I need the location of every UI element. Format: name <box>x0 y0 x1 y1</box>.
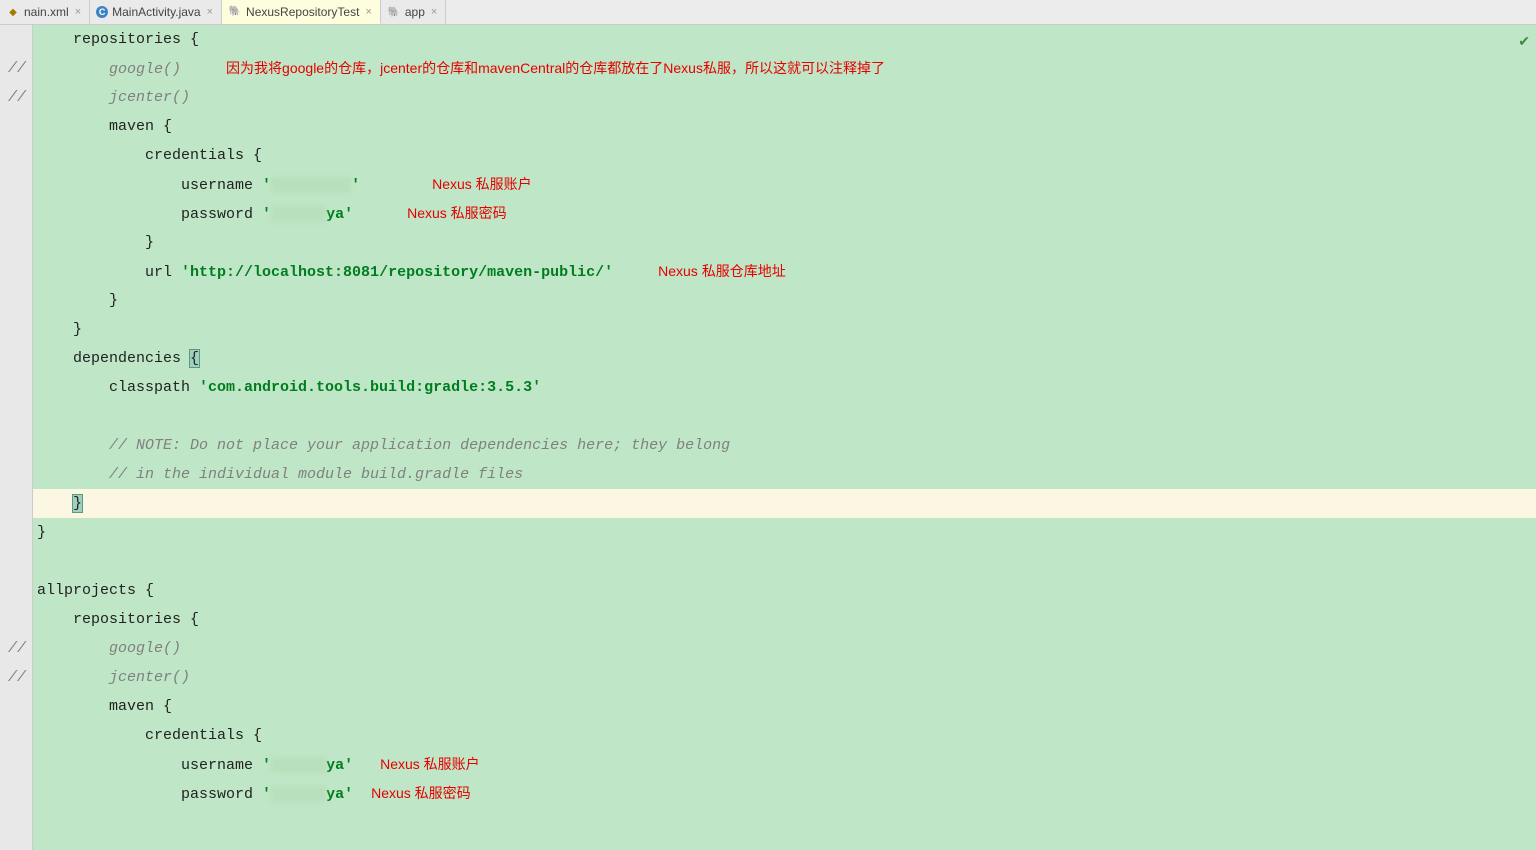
code-text: repositories { <box>37 611 199 628</box>
file-xml-icon: ◆ <box>6 5 20 19</box>
code-comment: jcenter() <box>37 669 190 686</box>
annotation-password: Nexus 私服密码 <box>407 205 507 221</box>
code-text: maven { <box>37 698 172 715</box>
code-text: credentials { <box>37 147 262 164</box>
redacted-password <box>271 206 326 222</box>
code-string: 'com.android.tools.build:gradle:3.5.3' <box>199 379 541 396</box>
gutter-comment-marker: // <box>8 54 24 83</box>
code-text: dependencies <box>37 350 190 367</box>
code-comment: google() <box>37 640 181 657</box>
file-gradle-icon: 🐘 <box>228 5 242 19</box>
code-text: classpath <box>37 379 199 396</box>
tab-label: nain.xml <box>24 5 69 19</box>
code-comment: // in the individual module build.gradle… <box>37 466 523 483</box>
annotation-password: Nexus 私服密码 <box>371 785 471 801</box>
close-icon[interactable]: × <box>205 6 215 18</box>
code-text: password <box>37 786 262 803</box>
code-text: username <box>37 757 262 774</box>
annotation-username: Nexus 私服账户 <box>432 176 532 192</box>
tab-mainactivity[interactable]: C MainActivity.java × <box>90 0 222 24</box>
close-icon[interactable]: × <box>429 6 439 18</box>
annotation-username: Nexus 私服账户 <box>380 756 480 772</box>
code-text: allprojects { <box>37 582 154 599</box>
editor-gutter: // // // // <box>0 25 33 850</box>
code-string: 'http://localhost:8081/repository/maven-… <box>181 264 613 281</box>
code-text: maven { <box>37 118 172 135</box>
code-comment: jcenter() <box>37 89 190 106</box>
gutter-comment-marker: // <box>8 663 24 692</box>
redacted-username <box>271 177 351 193</box>
code-panel[interactable]: ✔ repositories { google() 因为我将google的仓库，… <box>33 25 1536 850</box>
code-text: url <box>37 264 181 281</box>
file-gradle-icon: 🐘 <box>387 5 401 19</box>
code-text: username <box>37 177 262 194</box>
code-text: repositories { <box>37 31 199 48</box>
tab-label: app <box>405 5 425 19</box>
inspection-ok-icon: ✔ <box>1518 29 1530 58</box>
code-comment: google() <box>37 61 181 78</box>
editor-tab-bar: ◆ nain.xml × C MainActivity.java × 🐘 Nex… <box>0 0 1536 25</box>
tab-label: NexusRepositoryTest <box>246 5 359 19</box>
file-java-icon: C <box>96 6 108 18</box>
code-text: } <box>37 524 46 541</box>
annotation-url: Nexus 私服仓库地址 <box>658 263 786 279</box>
close-icon[interactable]: × <box>73 6 83 18</box>
redacted-password <box>271 786 326 802</box>
gutter-comment-marker: // <box>8 634 24 663</box>
code-comment: // NOTE: Do not place your application d… <box>37 437 730 454</box>
code-text <box>37 495 73 512</box>
close-icon[interactable]: × <box>363 6 373 18</box>
matched-brace: } <box>73 495 82 512</box>
code-text: } <box>37 292 118 309</box>
tab-nain-xml[interactable]: ◆ nain.xml × <box>0 0 90 24</box>
matched-brace: { <box>190 350 199 367</box>
tab-nexus-repository-test[interactable]: 🐘 NexusRepositoryTest × <box>222 0 381 24</box>
redacted-username <box>271 757 326 773</box>
code-text: credentials { <box>37 727 262 744</box>
tab-label: MainActivity.java <box>112 5 200 19</box>
gutter-comment-marker: // <box>8 83 24 112</box>
annotation-comment-repos: 因为我将google的仓库，jcenter的仓库和mavenCentral的仓库… <box>226 60 885 76</box>
code-text: password <box>37 206 262 223</box>
tab-app[interactable]: 🐘 app × <box>381 0 446 24</box>
code-editor[interactable]: // // // // ✔ repositories { google() 因为… <box>0 25 1536 850</box>
code-text: } <box>37 321 82 338</box>
code-text: } <box>37 234 154 251</box>
